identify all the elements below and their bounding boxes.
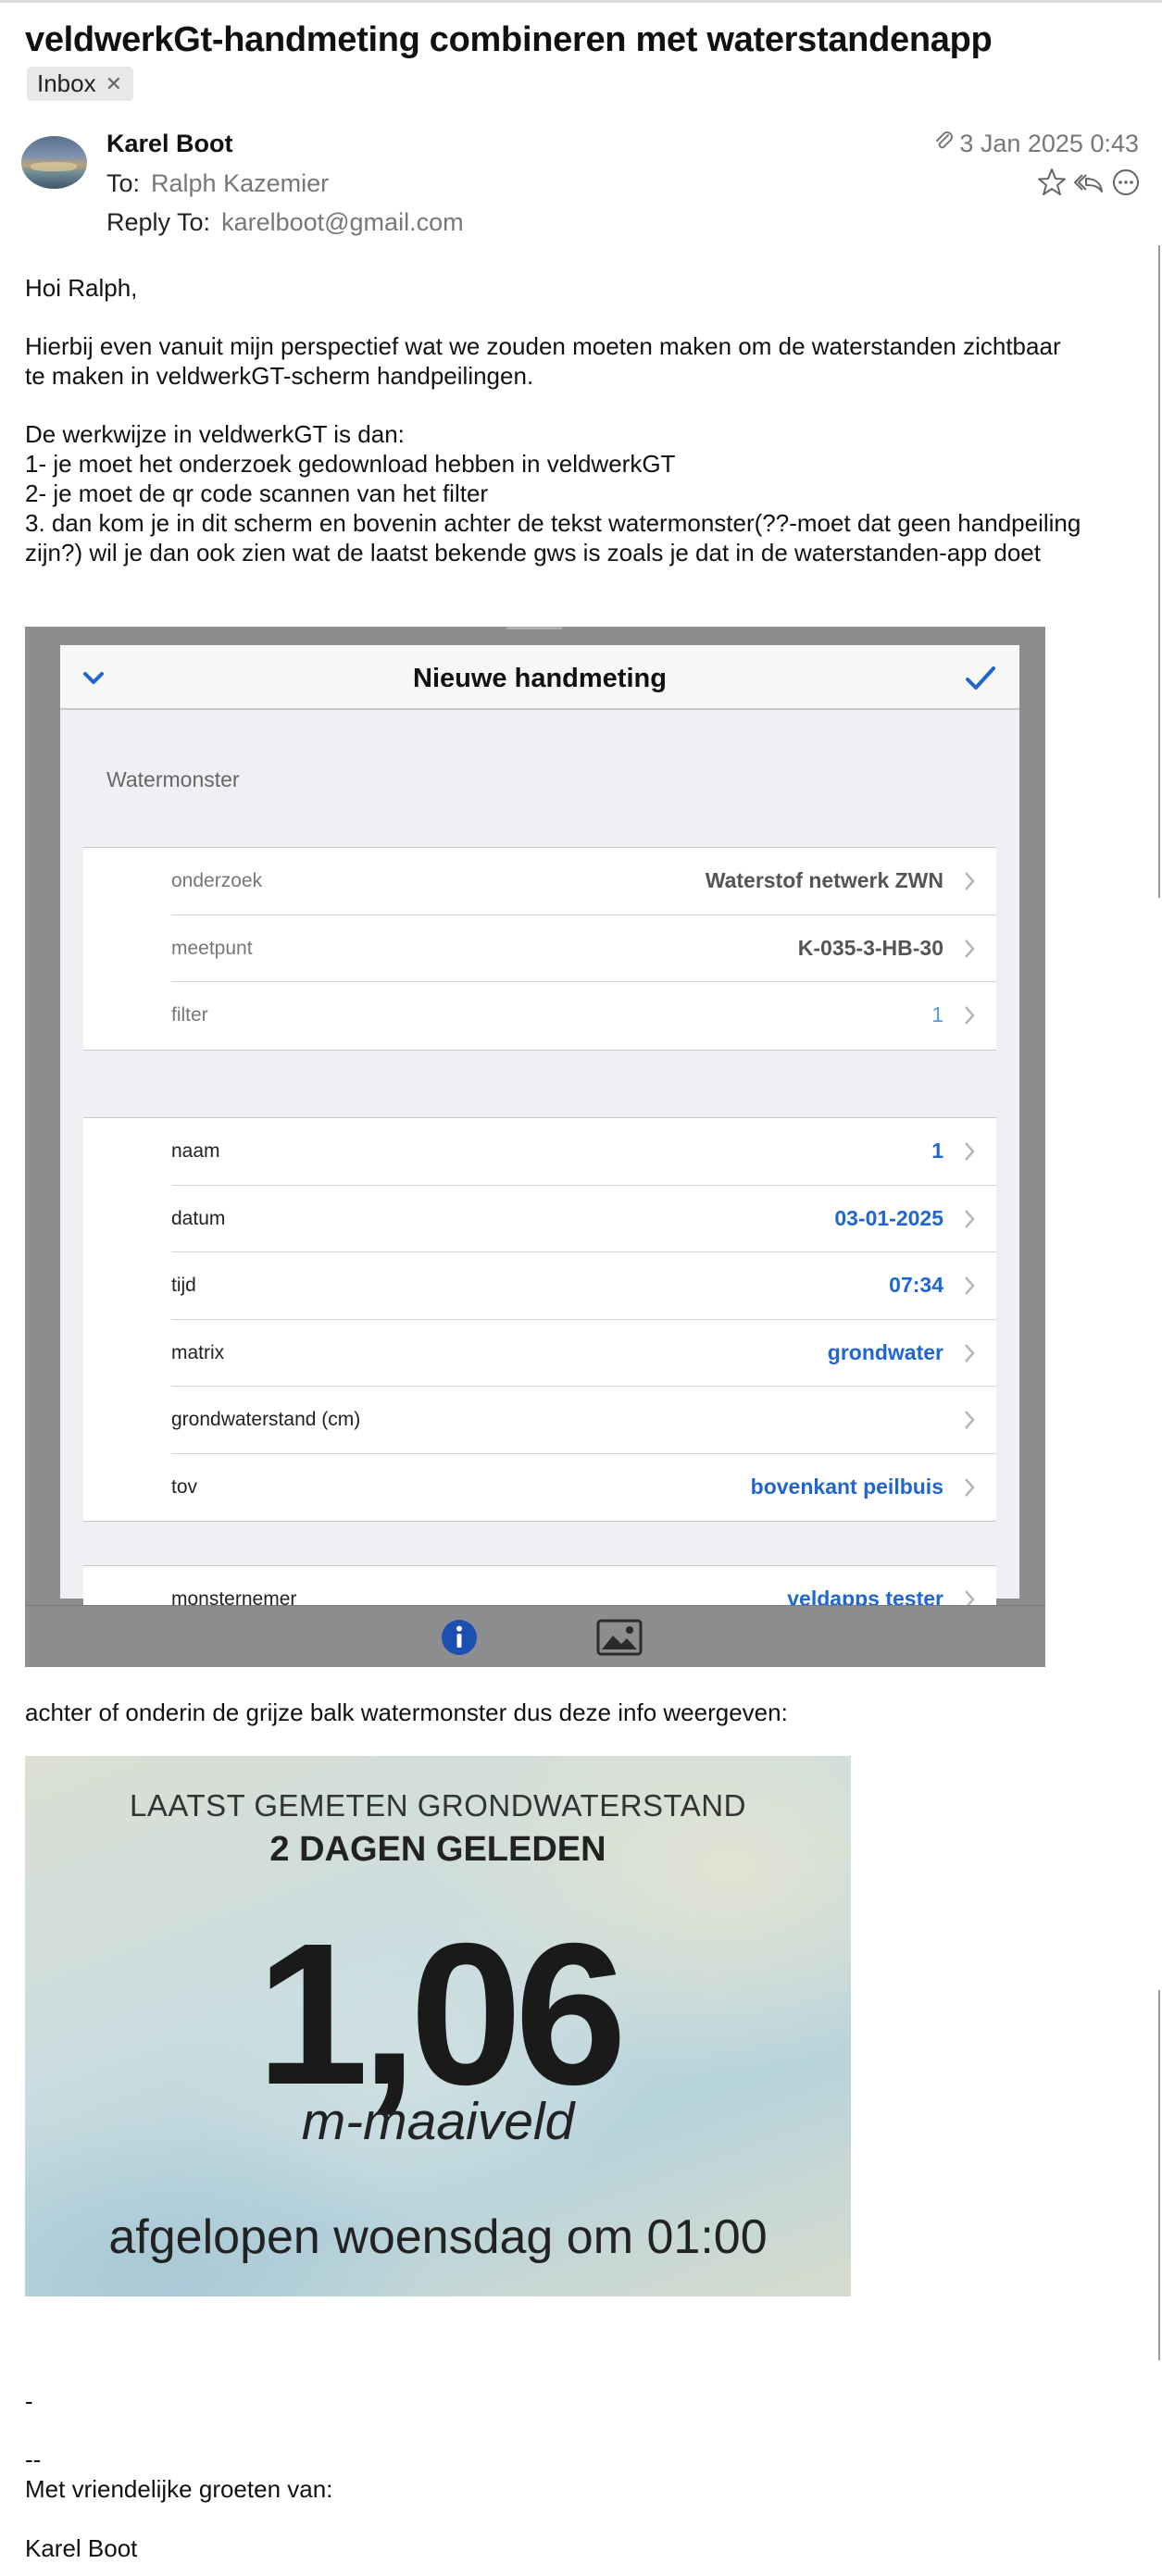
form-row-grondwaterstand[interactable]: grondwaterstand (cm) (171, 1387, 996, 1454)
card-timestamp: afgelopen woensdag om 01:00 (108, 2210, 768, 2264)
form-navbar: Nieuwe handmeting (60, 645, 1019, 710)
row-value: Waterstof netwerk ZWN (705, 868, 943, 892)
row-value: grondwater (827, 1339, 943, 1364)
chevron-right-icon (963, 938, 976, 964)
row-value: bovenkant peilbuis (750, 1474, 943, 1499)
to-recipient[interactable]: Ralph Kazemier (151, 169, 329, 197)
avatar (21, 136, 87, 189)
scrollbar-lower[interactable] (1158, 1990, 1160, 2360)
section-label: Watermonster (106, 767, 240, 791)
sender-name[interactable]: Karel Boot (106, 130, 233, 158)
row-value: 03-01-2025 (834, 1205, 943, 1230)
form-toolbar (25, 1605, 1045, 1667)
reply-to-line: Reply To: karelboot@gmail.com (106, 208, 464, 237)
row-value: K-035-3-HB-30 (797, 935, 943, 960)
card-unit: m-maaiveld (301, 2092, 575, 2151)
paragraph-1: Hierbij even vanuit mijn perspectief wat… (25, 331, 1136, 391)
reply-to-label: Reply To: (106, 208, 211, 236)
form-group-location: onderzoek Waterstof netwerk ZWN meetpunt… (83, 847, 996, 1051)
form-row-datum[interactable]: datum 03-01-2025 (171, 1186, 996, 1252)
form-group-measurement: naam 1 datum 03-01-2025 tijd 07:34 matri… (83, 1117, 996, 1522)
form-row-naam[interactable]: naam 1 (171, 1118, 996, 1186)
steps-list: De werkwijze in veldwerkGT is dan: 1- je… (25, 419, 1081, 567)
chevron-right-icon (963, 1004, 976, 1031)
checkmark-icon[interactable] (964, 664, 997, 698)
chevron-right-icon (963, 1342, 976, 1369)
row-value: 1 (931, 1002, 943, 1027)
step-1: 1- je moet het onderzoek gedownload hebb… (25, 450, 676, 478)
signature-greeting: Met vriendelijke groeten van: (25, 2475, 333, 2503)
chevron-right-icon (963, 1409, 976, 1436)
caption-2: achter of onderin de grijze balk watermo… (25, 1699, 788, 1726)
top-divider (0, 0, 1162, 3)
scrollbar[interactable] (1158, 245, 1160, 898)
row-label: onderzoek (171, 870, 263, 891)
notch (506, 627, 562, 629)
form-row-matrix[interactable]: matrix grondwater (171, 1320, 996, 1387)
row-label: tov (171, 1475, 198, 1498)
card-subheading: 2 DAGEN GELEDEN (269, 1830, 606, 1869)
remove-tag-icon[interactable]: ✕ (106, 72, 122, 96)
date-text: 3 Jan 2025 0:43 (959, 130, 1139, 157)
chevron-right-icon (963, 1476, 976, 1503)
form-sheet: Nieuwe handmeting Watermonster onderzoek… (60, 645, 1019, 1635)
paragraph-1-line-1: Hierbij even vanuit mijn perspectief wat… (25, 332, 1061, 360)
email-date: 3 Jan 2025 0:43 (933, 130, 1139, 158)
row-label: datum (171, 1207, 226, 1229)
paperclip-icon[interactable] (933, 130, 954, 158)
step-3-line-2: zijn?) wil je dan ook zien wat de laatst… (25, 539, 1041, 566)
row-label: grondwaterstand (cm) (171, 1409, 361, 1430)
greeting: Hoi Ralph, (25, 274, 138, 302)
signature-name: Karel Boot (25, 2534, 138, 2562)
form-screenshot: Nieuwe handmeting Watermonster onderzoek… (25, 627, 1045, 1667)
inbox-tag-label: Inbox (37, 69, 96, 97)
to-line: To: Ralph Kazemier (106, 169, 329, 198)
inbox-tag[interactable]: Inbox ✕ (27, 67, 134, 101)
row-value: 1 (931, 1139, 943, 1163)
step-2: 2- je moet de qr code scannen van het fi… (25, 479, 489, 507)
to-label: To: (106, 169, 141, 197)
steps-intro: De werkwijze in veldwerkGT is dan: (25, 420, 405, 448)
form-row-tijd[interactable]: tijd 07:34 (171, 1252, 996, 1320)
reply-all-icon[interactable] (1073, 167, 1105, 198)
reply-to-address[interactable]: karelboot@gmail.com (221, 208, 464, 236)
paragraph-1-line-2: te maken in veldwerkGT-scherm handpeilin… (25, 362, 534, 390)
star-icon[interactable] (1036, 167, 1068, 198)
card-value: 1,06 (256, 1902, 627, 2127)
form-row-meetpunt[interactable]: meetpunt K-035-3-HB-30 (171, 915, 996, 982)
chevron-right-icon (963, 1208, 976, 1235)
form-row-onderzoek[interactable]: onderzoek Waterstof netwerk ZWN (171, 848, 996, 915)
info-icon[interactable] (440, 1618, 479, 1661)
signature-dash: - (25, 2387, 33, 2415)
chevron-right-icon (963, 1275, 976, 1301)
row-label: tijd (171, 1275, 196, 1296)
form-title: Nieuwe handmeting (413, 664, 667, 693)
card-heading: LAATST GEMETEN GRONDWATERSTAND (130, 1788, 746, 1823)
waterlevel-card: LAATST GEMETEN GRONDWATERSTAND 2 DAGEN G… (25, 1756, 851, 2296)
row-value: 07:34 (889, 1273, 943, 1297)
image-icon[interactable] (596, 1618, 643, 1661)
email-subject: veldwerkGt-handmeting combineren met wat… (25, 20, 993, 59)
message-actions (1036, 167, 1142, 198)
step-3-line-1: 3. dan kom je in dit scherm en bovenin a… (25, 509, 1081, 537)
signature-separator: -- (25, 2445, 42, 2473)
row-label: meetpunt (171, 937, 253, 959)
more-icon[interactable] (1110, 167, 1142, 198)
form-row-tov[interactable]: tov bovenkant peilbuis (171, 1454, 996, 1522)
row-label: matrix (171, 1341, 225, 1363)
chevron-right-icon (963, 1140, 976, 1167)
chevron-right-icon (963, 870, 976, 897)
form-row-filter[interactable]: filter 1 (171, 982, 996, 1050)
row-label: naam (171, 1140, 220, 1162)
row-label: filter (171, 1004, 208, 1026)
